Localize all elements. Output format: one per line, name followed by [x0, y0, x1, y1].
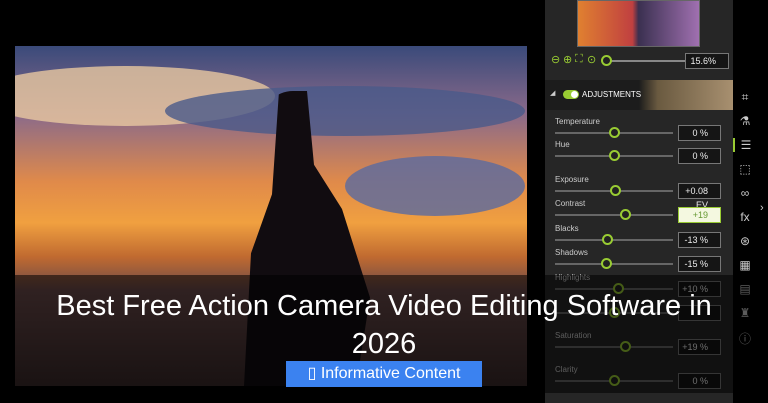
adjustment-value[interactable]: +0.08 EV [678, 183, 721, 210]
badge-label: Informative Content [320, 365, 461, 382]
adjustment-slider[interactable] [610, 185, 622, 196]
adjustment-slider[interactable] [600, 258, 612, 269]
category-badge[interactable]: ▯ Informative Content [286, 361, 482, 387]
adjustment-label: Blacks [555, 224, 579, 233]
sliders-icon[interactable]: ☰ [733, 138, 757, 152]
adjustment-value[interactable]: -15 % [678, 256, 721, 272]
grid-icon[interactable]: ▦ [733, 258, 757, 272]
flask-icon[interactable]: ⚗ [733, 114, 757, 128]
fx-icon[interactable]: fx [733, 210, 757, 224]
zoom-row: ⊖ ⊕ ⛶ ⊙ 15.6% [551, 53, 729, 69]
adjustment-label: Temperature [555, 117, 600, 126]
adjustment-slider[interactable] [619, 209, 631, 220]
adjustments-title: ADJUSTMENTS [582, 90, 642, 99]
crop-icon[interactable]: ⌗ [733, 90, 757, 105]
adjustment-row: Exposure +0.08 EV [545, 175, 733, 210]
adjustment-row: Contrast +19 [545, 199, 733, 225]
adjustment-slider[interactable] [609, 150, 620, 161]
badge-icon: ▯ [307, 365, 321, 382]
adjustment-value[interactable]: 0 % [678, 125, 721, 141]
adjustment-row: Shadows -15 % [545, 248, 733, 274]
glasses-icon[interactable]: ∞ [733, 186, 757, 200]
adjustments-toggle[interactable] [563, 90, 579, 99]
adjustment-row: Hue 0 % [545, 140, 733, 166]
adjustment-label: Contrast [555, 199, 586, 208]
adjustment-label: Shadows [555, 248, 588, 257]
adjustment-label: Hue [555, 140, 570, 149]
adjustments-header[interactable]: ◢ ADJUSTMENTS [545, 80, 733, 110]
adjustment-slider[interactable] [601, 234, 613, 245]
zoom-in-icon[interactable]: ⊕ [563, 53, 572, 66]
zoom-value[interactable]: 15.6% [685, 53, 729, 69]
adjustment-value[interactable]: +19 [678, 207, 721, 223]
adjustment-slider[interactable] [609, 127, 620, 138]
selection-icon[interactable]: ⬚ [733, 162, 757, 176]
collapse-icon[interactable]: ◢ [550, 89, 555, 97]
chevron-right-icon[interactable]: › [760, 202, 764, 214]
zoom-out-icon[interactable]: ⊖ [551, 53, 560, 66]
color-circles-icon[interactable]: ⊛ [733, 234, 757, 248]
article-title: Best Free Action Camera Video Editing So… [56, 290, 712, 360]
adjustment-value[interactable]: -13 % [678, 232, 721, 248]
navigator-thumbnail[interactable] [577, 0, 700, 47]
adjustment-label: Exposure [555, 175, 589, 184]
fit-icon[interactable]: ⛶ [575, 53, 583, 66]
adjustment-value[interactable]: 0 % [678, 148, 721, 164]
zoom-slider[interactable] [601, 55, 612, 66]
actual-size-icon[interactable]: ⊙ [587, 53, 596, 66]
adjustment-row: Blacks -13 % [545, 224, 733, 250]
